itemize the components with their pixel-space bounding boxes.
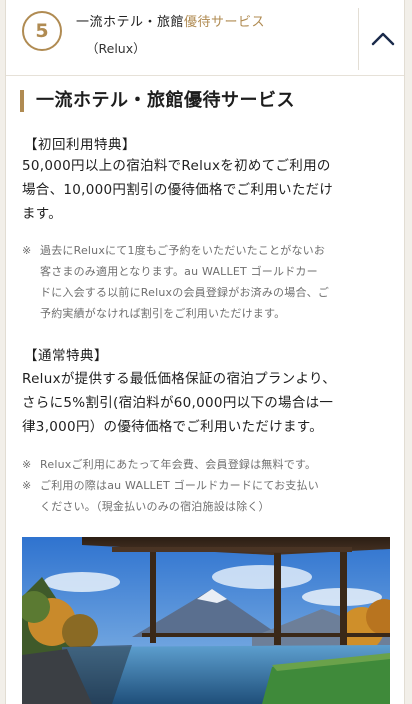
accordion-subtitle: （Relux）	[86, 41, 146, 56]
first-use-note: ※ 過去にReluxにて1度もご予約をいただいたことがないお 客さまのみ適用となり…	[22, 240, 394, 324]
step-number-badge: 5	[22, 11, 62, 51]
onsen-illustration	[22, 537, 390, 704]
note-line: ドに入会する以前にReluxの会員登録がお済みの場合、ご	[40, 286, 330, 299]
accordion-title: 一流ホテル・旅館優待サービス	[76, 11, 265, 30]
note-mark: ※	[22, 479, 32, 492]
regular-line: 律3,000円）の優待価格でご利用いただけます。	[22, 419, 323, 435]
note-mark: ※	[22, 458, 32, 471]
first-use-heading: 【初回利用特典】	[24, 137, 136, 153]
first-use-line: 場合、10,000円割引の優待価格でご利用いただけ	[22, 182, 334, 198]
header-divider	[358, 8, 359, 70]
regular-notes: ※ Reluxご利用にあたって年会費、会員登録は無料です。 ※ ご利用の際はau W…	[22, 454, 394, 517]
regular-line: Reluxが提供する最低価格保証の宿泊プランより、	[22, 371, 337, 387]
onsen-photo	[22, 537, 390, 704]
note-line: 予約実績がなければ割引をご利用いただけます。	[40, 307, 286, 320]
note-line: 過去にReluxにて1度もご予約をいただいたことがないお	[40, 244, 326, 257]
benefit-card: 5 一流ホテル・旅館優待サービス （Relux） 一流ホテル・旅館優待サービス …	[5, 0, 405, 704]
first-use-line: 50,000円以上の宿泊料でReluxを初めてご利用の	[22, 158, 331, 174]
note-line: Reluxご利用にあたって年会費、会員登録は無料です。	[40, 458, 317, 471]
note-line: ご利用の際はau WALLET ゴールドカードにてお支払い	[40, 479, 319, 492]
first-use-line: ます。	[22, 206, 63, 222]
accordion-title-highlight: 優待サービス	[184, 15, 266, 30]
note-line: ください。（現金払いのみの宿泊施設は除く）	[40, 500, 270, 513]
section-title: 一流ホテル・旅館優待サービス	[20, 90, 295, 112]
note-line: 客さまのみ適用となります。au WALLET ゴールドカー	[40, 265, 318, 278]
regular-text: Reluxが提供する最低価格保証の宿泊プランより、 さらに5%割引(宿泊料が60…	[22, 367, 396, 439]
regular-line: さらに5%割引(宿泊料が60,000円以下の場合は一	[22, 395, 334, 411]
accordion-title-plain: 一流ホテル・旅館	[76, 15, 185, 30]
first-use-text: 50,000円以上の宿泊料でReluxを初めてご利用の 場合、10,000円割引…	[22, 154, 396, 226]
chevron-up-icon	[371, 32, 395, 46]
accordion-header[interactable]: 5 一流ホテル・旅館優待サービス （Relux）	[6, 0, 404, 76]
collapse-button[interactable]	[368, 24, 398, 54]
note-mark: ※	[22, 244, 32, 257]
regular-heading: 【通常特典】	[24, 348, 108, 364]
